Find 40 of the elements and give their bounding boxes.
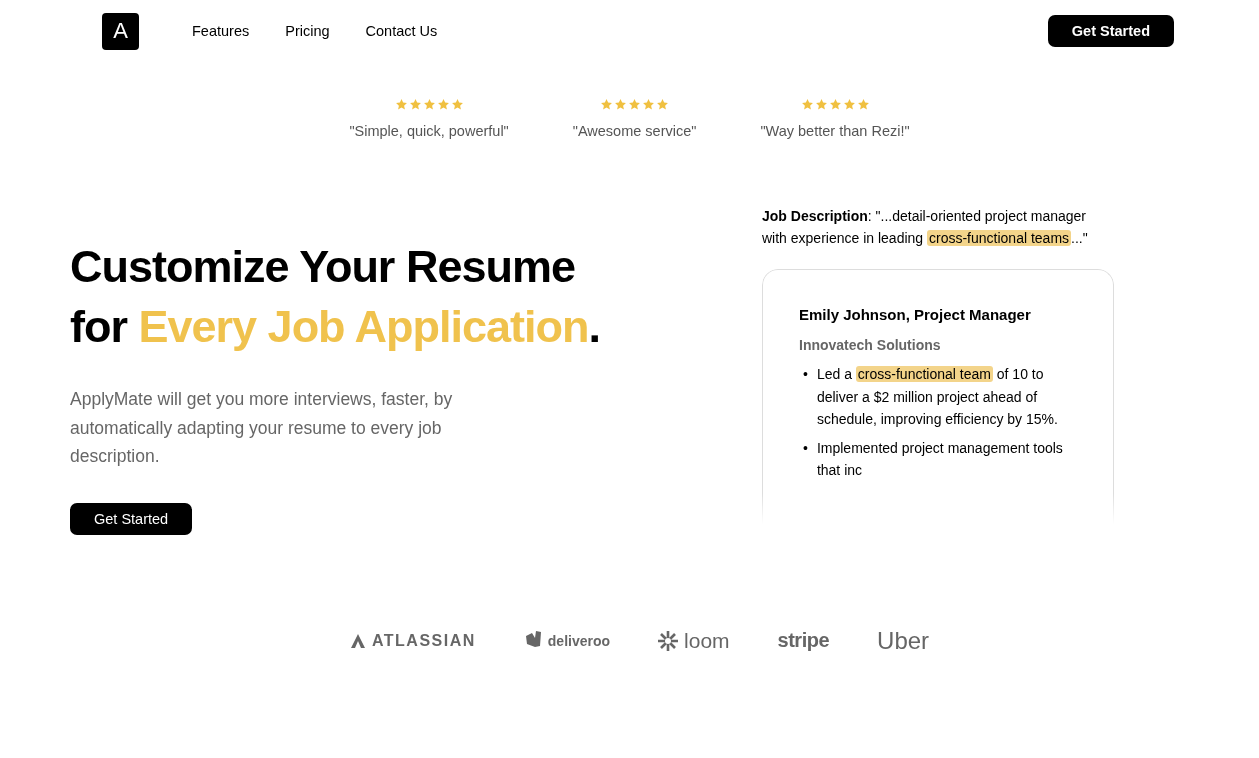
- company-logo-wordmark: deliveroo: [547, 632, 611, 649]
- company-logo-wordmark: stripe: [777, 629, 830, 652]
- get-started-button[interactable]: Get Started: [1047, 15, 1174, 47]
- star-icon: [800, 98, 814, 111]
- job-description-text: Job Description: "...detail-oriented project manager with experience in leading cross-functional teams...": [762, 207, 1089, 248]
- star-icon: [828, 98, 842, 111]
- star-icon: [642, 98, 656, 111]
- star-icon: [436, 98, 450, 111]
- resume-name: Emily Johnson, Project Manager: [799, 306, 1032, 323]
- review-quote: "Way better than Rezi!": [760, 123, 910, 139]
- bullet-marker: •: [803, 365, 808, 384]
- nav-link[interactable]: Pricing: [285, 23, 330, 39]
- nav-link[interactable]: Features: [192, 23, 250, 39]
- headline: Customize Your Resume for Every Job Application.: [70, 240, 601, 354]
- get-started-button[interactable]: Get Started: [70, 502, 193, 535]
- star-icon: [450, 98, 464, 111]
- star-icon: [408, 98, 422, 111]
- company-logo-wordmark: Uber: [877, 626, 930, 655]
- review-quote: "Awesome service": [572, 123, 697, 139]
- company-logo-wordmark: loom: [684, 628, 730, 653]
- star-icon: [614, 98, 628, 111]
- nav-link[interactable]: Contact Us: [365, 23, 438, 39]
- star-icon: [856, 98, 870, 111]
- star-icon: [394, 98, 408, 111]
- company-name: Innovatech Solutions: [799, 337, 942, 353]
- logo[interactable]: A: [102, 12, 139, 50]
- review-quote: "Simple, quick, powerful": [349, 123, 509, 139]
- star-icon: [422, 98, 436, 111]
- star-icon: [842, 98, 856, 111]
- bullet-marker: •: [803, 438, 808, 458]
- star-icon: [628, 98, 642, 111]
- resume-bullet: Led a cross-functional team of 10 to deliver a $2 million project ahead of schedule, improving efficiency by 15%.: [816, 365, 1059, 429]
- star-icon: [814, 98, 828, 111]
- company-logo-wordmark: ATLASSIAN: [371, 631, 476, 650]
- hero-description: ApplyMate will get you more interviews, faster, by automatically adapting your resume to every job description.: [70, 388, 454, 468]
- star-icon: [656, 98, 670, 111]
- star-icon: [600, 98, 614, 111]
- sunburst-icon: [658, 630, 679, 651]
- triangle-mark-icon: [349, 632, 366, 649]
- resume-bullet: Implemented project management tools that inc: [816, 438, 1064, 480]
